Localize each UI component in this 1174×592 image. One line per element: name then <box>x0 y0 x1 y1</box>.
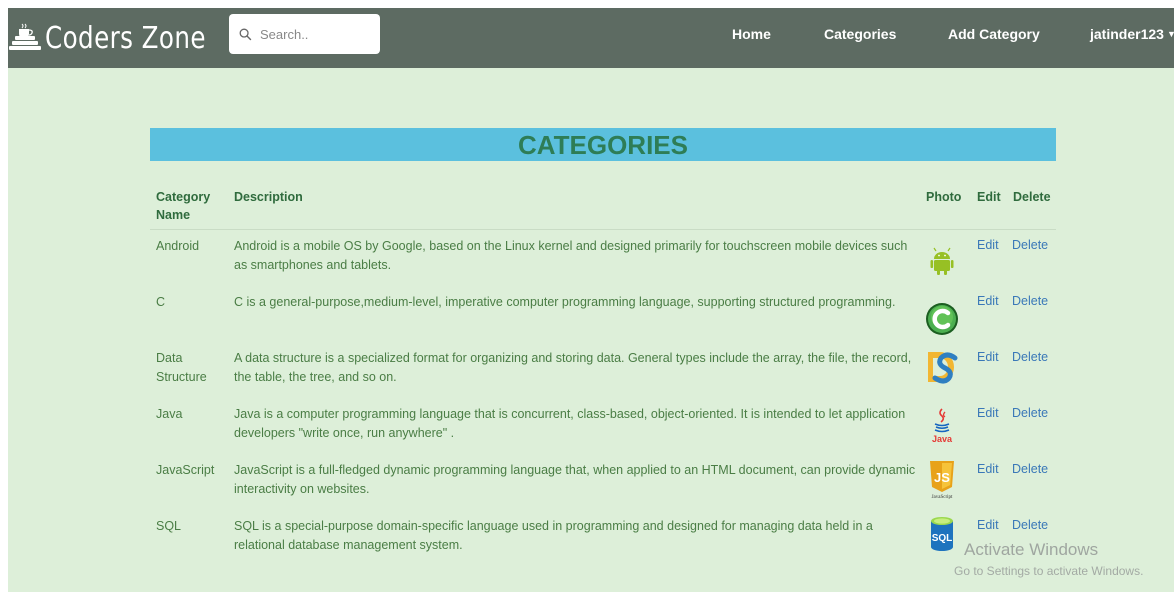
column-header-delete: Delete <box>1013 190 1051 204</box>
category-name: Data Structure <box>156 351 207 384</box>
nav-link-categories[interactable]: Categories <box>824 26 896 42</box>
edit-link[interactable]: Edit <box>977 462 999 476</box>
category-description: A data structure is a specialized format… <box>234 351 912 384</box>
category-name: Android <box>156 239 200 253</box>
data-structure-icon <box>928 352 958 384</box>
edit-link[interactable]: Edit <box>977 350 999 364</box>
delete-link[interactable]: Delete <box>1012 462 1048 476</box>
c-language-icon <box>926 303 958 335</box>
javascript-icon: JS JavaScript <box>930 461 954 500</box>
brand-logo[interactable]: Coders Zone <box>8 18 241 58</box>
delete-link[interactable]: Delete <box>1012 518 1048 532</box>
sql-icon: SQL <box>931 517 953 551</box>
brand-name: Coders Zone <box>45 20 206 56</box>
edit-link[interactable]: Edit <box>977 518 999 532</box>
search-box[interactable] <box>229 14 380 54</box>
javascript-icon-label: JavaScript <box>932 495 953 500</box>
category-name: Java <box>156 407 183 421</box>
activate-windows-hint: Go to Settings to activate Windows. <box>954 564 1144 578</box>
category-description: Java is a computer programming language … <box>234 407 906 440</box>
category-description: C is a general-purpose,medium-level, imp… <box>234 295 896 309</box>
delete-link[interactable]: Delete <box>1012 294 1048 308</box>
category-description: Android is a mobile OS by Google, based … <box>234 239 908 272</box>
edit-link[interactable]: Edit <box>977 294 999 308</box>
column-header-photo: Photo <box>926 190 962 204</box>
header-divider <box>150 229 1056 230</box>
delete-link[interactable]: Delete <box>1012 406 1048 420</box>
user-menu[interactable]: jatinder123 ▼ <box>1090 26 1174 42</box>
java-icon-label: Java <box>932 434 953 444</box>
page: Coders Zone Home Categories Add Category… <box>8 8 1174 592</box>
column-header-description: Description <box>234 190 303 204</box>
nav-link-home[interactable]: Home <box>732 26 771 42</box>
java-icon: Java <box>932 408 953 444</box>
android-icon <box>930 247 954 275</box>
svg-text:JS: JS <box>934 470 950 485</box>
search-input[interactable] <box>258 25 372 43</box>
category-name: SQL <box>156 519 182 533</box>
books-coffee-icon <box>9 23 41 50</box>
category-description: JavaScript is a full-fledged dynamic pro… <box>234 463 916 496</box>
column-header-category-name: Category Name <box>156 190 211 222</box>
category-description: SQL is a special-purpose domain-specific… <box>234 519 873 552</box>
delete-link[interactable]: Delete <box>1012 350 1048 364</box>
sql-icon-label: SQL <box>932 533 953 544</box>
search-icon <box>239 28 252 40</box>
delete-link[interactable]: Delete <box>1012 238 1048 252</box>
edit-link[interactable]: Edit <box>977 238 999 252</box>
activate-windows-watermark: Activate Windows <box>964 540 1099 559</box>
edit-link[interactable]: Edit <box>977 406 999 420</box>
chevron-down-icon: ▼ <box>1166 29 1174 39</box>
category-name: JavaScript <box>156 463 215 477</box>
nav-link-add-category[interactable]: Add Category <box>948 26 1040 42</box>
category-name: C <box>156 295 166 309</box>
column-header-edit: Edit <box>977 190 1001 204</box>
user-name: jatinder123 <box>1090 26 1164 42</box>
page-title: CATEGORIES <box>150 128 1056 161</box>
navbar: Coders Zone Home Categories Add Category… <box>8 8 1174 68</box>
